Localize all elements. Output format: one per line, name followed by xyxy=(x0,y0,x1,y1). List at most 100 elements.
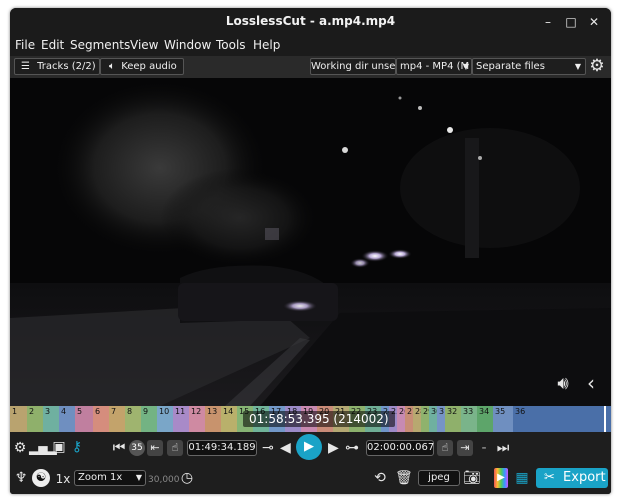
segment-label: 34 xyxy=(479,407,490,416)
timeline-segment[interactable]: 29 xyxy=(421,406,433,432)
timeline-segment[interactable]: 3 xyxy=(43,406,59,432)
playhead[interactable] xyxy=(604,406,606,432)
segment-label: 12 xyxy=(191,407,202,416)
yin-yang-icon[interactable]: ☯ xyxy=(32,469,50,487)
speaker-icon: 🔈︎ xyxy=(109,61,115,72)
close-button[interactable]: ✕ xyxy=(585,13,603,31)
menu-view[interactable]: View xyxy=(130,38,158,52)
chevron-left-icon[interactable]: ‹ xyxy=(583,373,599,393)
gear-icon[interactable]: ⚙ xyxy=(588,58,606,75)
cut-end-input[interactable]: 02:00:00.067 xyxy=(366,440,434,456)
waveform-icon[interactable]: ▂▅▂ xyxy=(29,440,57,456)
play-icon[interactable]: ▶ xyxy=(296,434,322,460)
timeline-segment[interactable]: 6 xyxy=(93,406,109,432)
timeline-segment[interactable]: 35 xyxy=(493,406,513,432)
menu-edit[interactable]: Edit xyxy=(41,38,64,52)
timeline-segment[interactable]: 2 xyxy=(27,406,43,432)
timeline-segment[interactable]: 14 xyxy=(221,406,237,432)
separator-dash: - xyxy=(481,440,487,456)
segment-label: 32 xyxy=(447,407,458,416)
format-select[interactable]: mp4 - MP4 (M ▼ xyxy=(396,58,472,75)
image-icon[interactable]: ▣ xyxy=(50,439,68,455)
jump-start-icon[interactable]: ⏮ xyxy=(112,440,126,456)
set-cut-end-icon[interactable]: ☝ xyxy=(437,440,453,456)
timeline-segment[interactable]: 12 xyxy=(189,406,205,432)
menu-file[interactable]: File xyxy=(15,38,35,52)
step-forward-icon[interactable]: ▶ xyxy=(328,440,339,456)
segment-label: 3 xyxy=(45,407,51,416)
timeline-segment[interactable]: 30 xyxy=(429,406,441,432)
tracks-button[interactable]: ☰ Tracks (2/2) xyxy=(14,58,100,75)
step-back-icon[interactable]: ◀ xyxy=(280,440,291,456)
maximize-button[interactable]: □ xyxy=(562,13,580,31)
timeline-segment[interactable]: 7 xyxy=(109,406,125,432)
menu-window[interactable]: Window xyxy=(164,38,211,52)
segment-label: 33 xyxy=(463,407,474,416)
timeline-segment[interactable]: 26 xyxy=(397,406,409,432)
segment-label: 6 xyxy=(95,407,101,416)
timeline-segment[interactable]: 1 xyxy=(10,406,27,432)
zoom-value: Zoom 1x xyxy=(78,472,123,483)
menu-segments[interactable]: Segments xyxy=(70,38,130,52)
segment-label: 10 xyxy=(159,407,170,416)
zoom-select[interactable]: Zoom 1x ▼ xyxy=(74,470,146,486)
timeline-segment[interactable]: 36 xyxy=(513,406,526,432)
menu-bar: File Edit Segments View Window Tools Hel… xyxy=(10,36,611,56)
current-timecode: 01:58:53.395 (214002) xyxy=(243,411,395,427)
working-dir-button[interactable]: Working dir unset xyxy=(310,58,396,75)
menu-tools[interactable]: Tools xyxy=(216,38,246,52)
person-icon[interactable]: ♆ xyxy=(13,470,29,486)
top-toolbar: ☰ Tracks (2/2) 🔈︎ Keep audio Working dir… xyxy=(10,56,611,78)
set-cut-start-icon[interactable]: ☝ xyxy=(167,440,183,456)
timeline-segment[interactable]: 13 xyxy=(205,406,221,432)
minimize-button[interactable]: – xyxy=(539,13,557,31)
jump-end-icon[interactable]: ⏭ xyxy=(496,440,510,456)
keyframe-forward-icon[interactable]: ⊶ xyxy=(343,440,361,456)
segment-label: 11 xyxy=(175,407,186,416)
segment-label: 13 xyxy=(207,407,218,416)
video-player[interactable]: 🔊︎ ‹ xyxy=(10,78,611,406)
trash-icon[interactable]: 🗑︎ xyxy=(395,470,413,486)
segment-label: 36 xyxy=(515,407,526,416)
timeline-segment[interactable]: 33 xyxy=(461,406,477,432)
output-mode-select[interactable]: Separate files ▼ xyxy=(472,58,586,75)
timeline-segment[interactable]: 31 xyxy=(437,406,449,432)
camera-icon[interactable]: 📷︎ xyxy=(463,470,481,486)
list-icon: ☰ xyxy=(21,61,30,72)
segment-number: 35 xyxy=(129,440,145,456)
export-label: Export xyxy=(563,470,606,485)
key-icon[interactable]: ⚷ xyxy=(70,439,84,455)
gear-icon[interactable]: ⚙ xyxy=(12,440,28,456)
timeline-segment[interactable]: 11 xyxy=(173,406,189,432)
timeline-segment[interactable]: 27 xyxy=(405,406,417,432)
timeline-segment[interactable]: 32 xyxy=(445,406,461,432)
timeline-segment[interactable]: 5 xyxy=(75,406,93,432)
timeline-segment[interactable]: 4 xyxy=(59,406,75,432)
timeline-segment[interactable]: 8 xyxy=(125,406,141,432)
menu-help[interactable]: Help xyxy=(253,38,280,52)
calendar-icon[interactable]: ▦ xyxy=(514,470,530,486)
jump-cut-end-icon[interactable]: ⇥ xyxy=(457,440,473,456)
segment-label: 35 xyxy=(495,407,506,416)
timeline-segment[interactable]: 10 xyxy=(157,406,173,432)
export-mode-icon[interactable]: ▶ xyxy=(494,468,508,488)
segment-label: 2 xyxy=(29,407,35,416)
timeline-segment[interactable]: 34 xyxy=(477,406,493,432)
speed-label: 1x xyxy=(55,472,71,486)
jump-cut-start-icon[interactable]: ⇤ xyxy=(147,440,163,456)
keyframe-back-icon[interactable]: ⊸ xyxy=(260,440,276,456)
cut-start-input[interactable]: 01:49:34.189 xyxy=(187,440,257,456)
segment-label: 4 xyxy=(61,407,67,416)
volume-icon[interactable]: 🔊︎ xyxy=(551,375,575,393)
rotate-icon[interactable]: ⟲ xyxy=(372,470,388,486)
keep-audio-button[interactable]: 🔈︎ Keep audio xyxy=(100,58,184,75)
export-button[interactable]: ✂ Export xyxy=(536,468,608,488)
timeline-segment[interactable]: 9 xyxy=(141,406,157,432)
timeline-segment[interactable]: 28 xyxy=(413,406,425,432)
chevron-down-icon: ▼ xyxy=(574,62,581,71)
timeline[interactable]: 1234567891011121314151617181920212223242… xyxy=(10,406,611,432)
segment-label: 9 xyxy=(143,407,149,416)
capture-format-select[interactable]: jpeg xyxy=(418,470,460,486)
tracks-label: Tracks (2/2) xyxy=(37,61,96,72)
timer-icon[interactable]: ◷ xyxy=(180,470,194,486)
